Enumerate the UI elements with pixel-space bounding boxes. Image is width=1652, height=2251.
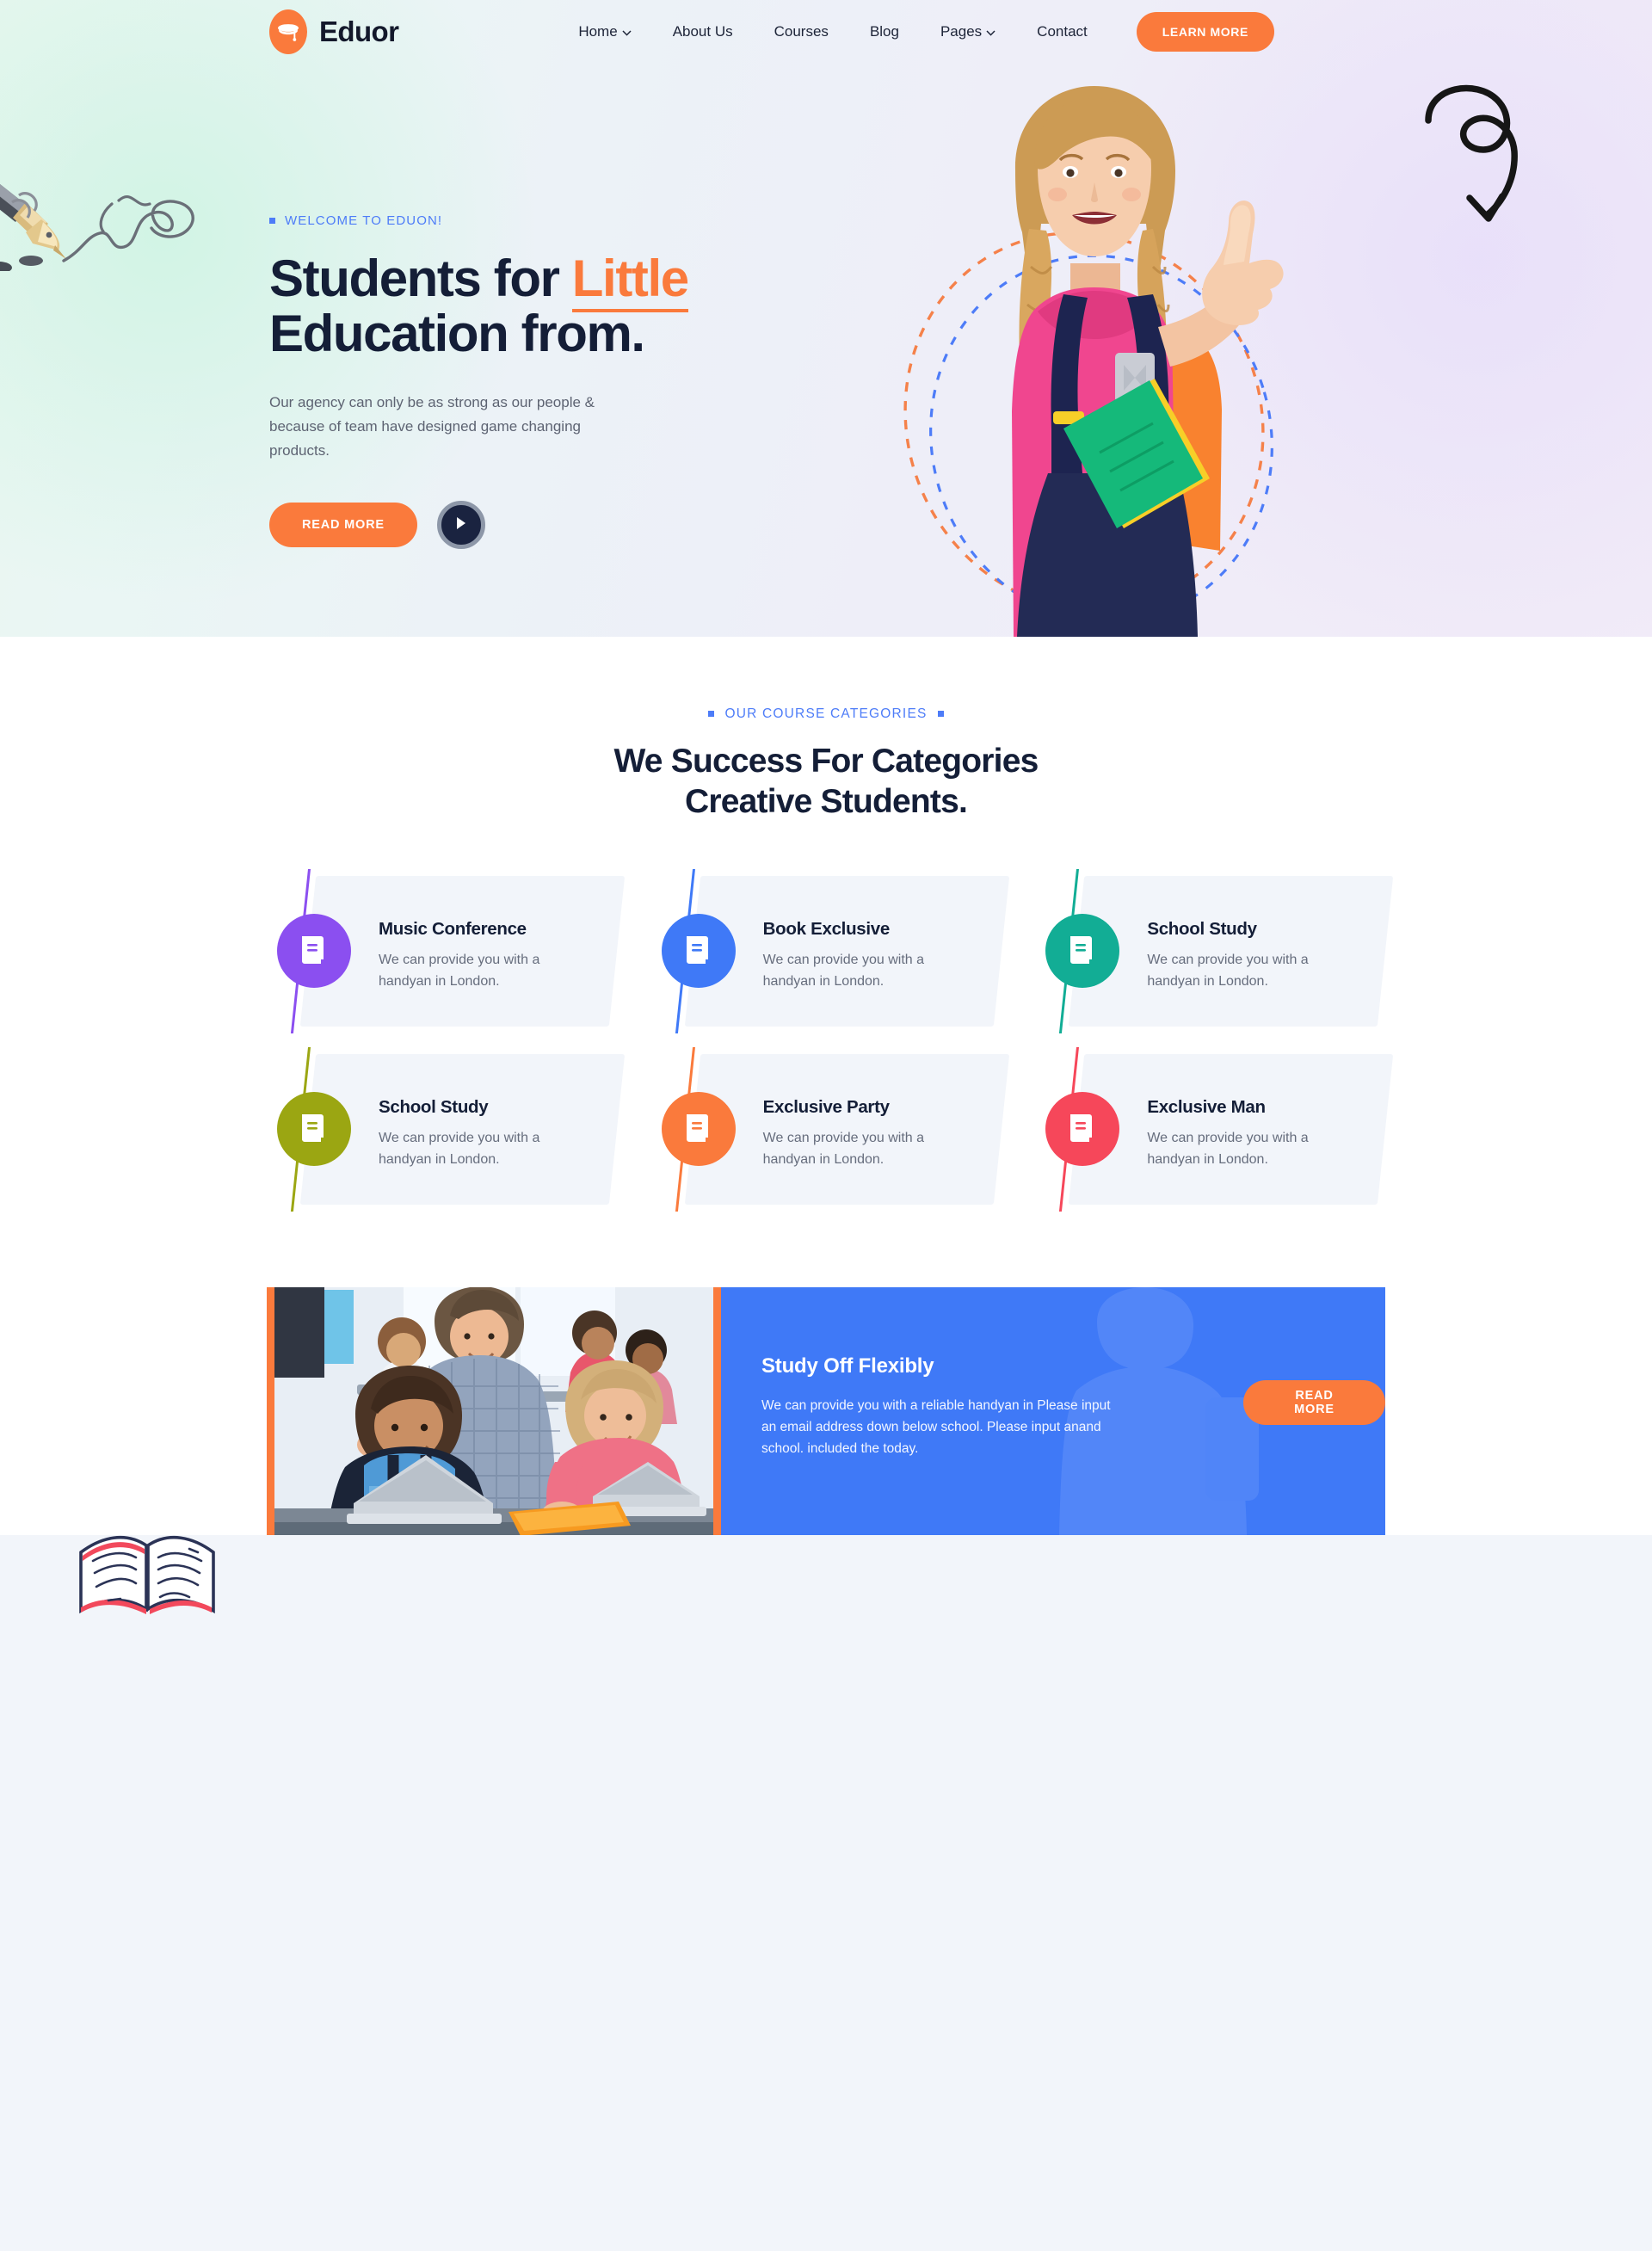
hero-photo bbox=[1012, 86, 1284, 637]
play-icon bbox=[455, 516, 467, 534]
book-icon bbox=[1045, 913, 1120, 988]
promo-text: Study Off Flexibly We can provide you wi… bbox=[761, 1354, 1123, 1459]
category-card[interactable]: Book Exclusive We can provide you with a… bbox=[651, 868, 1009, 1033]
hero-eyebrow: WELCOME TO EDUON! bbox=[269, 213, 820, 228]
nav-item-label: Courses bbox=[774, 23, 829, 40]
card-body: Music Conference We can provide you with… bbox=[379, 919, 551, 993]
card-description: We can provide you with a handyan in Lon… bbox=[762, 1130, 925, 1167]
promo-title: Study Off Flexibly bbox=[761, 1354, 934, 1378]
graduation-cap-icon bbox=[269, 9, 307, 54]
page-title: Students for Little Education from. bbox=[269, 250, 820, 363]
square-bullet-icon bbox=[937, 711, 944, 717]
nav-item-label: Home bbox=[578, 23, 618, 40]
hero-eyebrow-label: WELCOME TO EDUON! bbox=[285, 213, 443, 228]
category-card[interactable]: Exclusive Party We can provide you with … bbox=[651, 1046, 1009, 1212]
hero-section: Eduor Home About Us Courses Blog Pages C… bbox=[0, 0, 1652, 637]
card-body: Exclusive Party We can provide you with … bbox=[763, 1097, 935, 1171]
category-card[interactable]: Music Conference We can provide you with… bbox=[267, 868, 625, 1033]
square-bullet-icon bbox=[708, 711, 715, 717]
nav-item-label: Blog bbox=[869, 23, 899, 40]
category-card[interactable]: School Study We can provide you with a h… bbox=[1035, 868, 1394, 1033]
card-description: We can provide you with a handyan in Lon… bbox=[762, 952, 925, 989]
promo-description: We can provide you with a reliable handy… bbox=[761, 1397, 1111, 1456]
hero-title-highlight: Little bbox=[571, 250, 689, 312]
card-body: School Study We can provide you with a h… bbox=[1147, 919, 1319, 993]
nav-item-blog[interactable]: Blog bbox=[849, 23, 920, 40]
category-card[interactable]: School Study We can provide you with a h… bbox=[267, 1046, 625, 1212]
learn-more-button[interactable]: LEARN MORE bbox=[1136, 12, 1274, 52]
logo[interactable]: Eduor bbox=[269, 9, 399, 54]
hero-title-part1: Students for bbox=[269, 250, 572, 307]
book-icon bbox=[661, 913, 736, 988]
card-description: We can provide you with a handyan in Lon… bbox=[379, 1130, 540, 1167]
card-body: Book Exclusive We can provide you with a… bbox=[763, 919, 935, 993]
section-title: We Success For Categories Creative Stude… bbox=[0, 741, 1652, 823]
card-title: Exclusive Party bbox=[762, 1096, 890, 1117]
card-title: Exclusive Man bbox=[1147, 1096, 1266, 1117]
nav-item-label: Contact bbox=[1037, 23, 1088, 40]
card-title: School Study bbox=[1147, 918, 1257, 939]
nav-item-contact[interactable]: Contact bbox=[1016, 23, 1108, 40]
book-icon bbox=[1045, 1091, 1120, 1166]
card-description: We can provide you with a handyan in Lon… bbox=[1147, 1130, 1309, 1167]
nav-item-home[interactable]: Home bbox=[558, 23, 651, 40]
open-book-illustration bbox=[76, 1523, 222, 1622]
bottom-strip-background bbox=[0, 2048, 1652, 2251]
nav-item-label: About Us bbox=[672, 23, 733, 40]
chevron-down-icon bbox=[986, 23, 996, 40]
play-video-button[interactable] bbox=[436, 501, 485, 550]
square-bullet-icon bbox=[269, 218, 275, 224]
section-eyebrow: OUR COURSE CATEGORIES bbox=[708, 706, 944, 722]
promo-banner: Study Off Flexibly We can provide you wi… bbox=[267, 1286, 1385, 1535]
main-navbar: Eduor Home About Us Courses Blog Pages C… bbox=[0, 0, 1652, 64]
bottom-strip bbox=[0, 1534, 1652, 1621]
card-description: We can provide you with a handyan in Lon… bbox=[379, 952, 540, 989]
section-title-line2: Creative Students. bbox=[684, 783, 968, 821]
nav-menu: Home About Us Courses Blog Pages Contact… bbox=[558, 12, 1274, 52]
card-title: School Study bbox=[379, 1096, 489, 1117]
logo-text: Eduor bbox=[319, 15, 399, 47]
category-cards-grid: Music Conference We can provide you with… bbox=[267, 868, 1394, 1212]
nav-item-about-us[interactable]: About Us bbox=[652, 23, 754, 40]
fountain-pen-illustration bbox=[0, 99, 231, 275]
section-eyebrow-label: OUR COURSE CATEGORIES bbox=[724, 706, 928, 721]
hero-copy: WELCOME TO EDUON! Students for Little Ed… bbox=[269, 213, 820, 550]
nav-item-label: Pages bbox=[940, 23, 983, 40]
book-icon bbox=[277, 1091, 351, 1166]
read-more-button[interactable]: READ MORE bbox=[269, 503, 417, 548]
card-title: Music Conference bbox=[379, 918, 527, 939]
section-header: OUR COURSE CATEGORIES We Success For Cat… bbox=[0, 706, 1652, 823]
card-title: Book Exclusive bbox=[762, 918, 891, 939]
card-description: We can provide you with a handyan in Lon… bbox=[1147, 952, 1309, 989]
hero-subtitle: Our agency can only be as strong as our … bbox=[269, 394, 595, 459]
category-card[interactable]: Exclusive Man We can provide you with a … bbox=[1035, 1046, 1394, 1212]
card-body: Exclusive Man We can provide you with a … bbox=[1147, 1097, 1319, 1171]
curled-arrow-doodle bbox=[1394, 67, 1566, 235]
nav-item-pages[interactable]: Pages bbox=[920, 23, 1016, 40]
promo-read-more-button[interactable]: READ MORE bbox=[1243, 1379, 1385, 1425]
card-body: School Study We can provide you with a h… bbox=[379, 1097, 551, 1171]
promo-photo bbox=[274, 1286, 713, 1535]
chevron-down-icon bbox=[622, 23, 632, 40]
hero-title-part2: Education from. bbox=[269, 305, 645, 363]
nav-item-courses[interactable]: Courses bbox=[754, 23, 849, 40]
book-icon bbox=[661, 1091, 736, 1166]
book-icon bbox=[277, 913, 351, 988]
hero-actions: READ MORE bbox=[269, 501, 820, 550]
section-title-line1: We Success For Categories bbox=[613, 742, 1039, 780]
promo-photo-frame bbox=[267, 1286, 721, 1535]
categories-section: OUR COURSE CATEGORIES We Success For Cat… bbox=[0, 637, 1652, 2251]
